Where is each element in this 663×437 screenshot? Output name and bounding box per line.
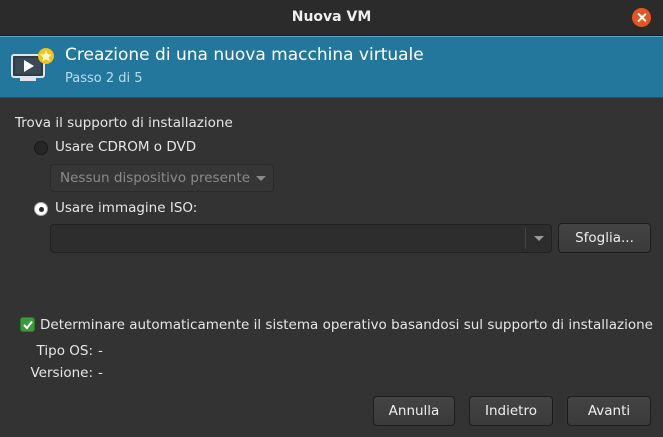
iso-radio[interactable] <box>34 202 48 216</box>
version-key: Versione: <box>30 365 94 381</box>
dropdown-arrow-icon <box>256 176 266 181</box>
cdrom-device-select: Nessun dispositivo presente <box>50 164 274 192</box>
back-button[interactable]: Indietro <box>469 396 553 426</box>
checkmark-icon <box>23 320 33 330</box>
new-vm-icon <box>10 47 54 89</box>
browse-button[interactable]: Sfoglia... <box>558 223 651 253</box>
os-type-value: - <box>98 343 103 359</box>
wizard-banner: Creazione di una nuova macchina virtuale… <box>0 36 663 98</box>
forward-button[interactable]: Avanti <box>567 396 651 426</box>
window-title: Nuova VM <box>291 9 372 25</box>
title-bar: Nuova VM <box>0 0 663 36</box>
dropdown-arrow-icon[interactable] <box>534 236 544 241</box>
wizard-step: Passo 2 di 5 <box>65 71 143 86</box>
auto-detect-label[interactable]: Determinare automaticamente il sistema o… <box>40 317 653 333</box>
cdrom-option-label[interactable]: Usare CDROM o DVD <box>55 139 196 155</box>
os-type-key: Tipo OS: <box>36 343 93 359</box>
wizard-heading: Creazione di una nuova macchina virtuale <box>65 45 424 65</box>
auto-detect-checkbox[interactable] <box>20 317 35 332</box>
iso-option-label[interactable]: Usare immagine ISO: <box>55 200 197 216</box>
combo-divider <box>525 228 526 249</box>
version-value: - <box>98 365 103 381</box>
cdrom-device-value: Nessun dispositivo presente <box>60 170 251 186</box>
cancel-button[interactable]: Annulla <box>373 396 455 426</box>
close-icon[interactable] <box>632 8 651 27</box>
install-source-label: Trova il supporto di installazione <box>15 115 233 131</box>
cdrom-radio[interactable] <box>34 141 48 155</box>
iso-path-combo[interactable] <box>50 224 552 253</box>
